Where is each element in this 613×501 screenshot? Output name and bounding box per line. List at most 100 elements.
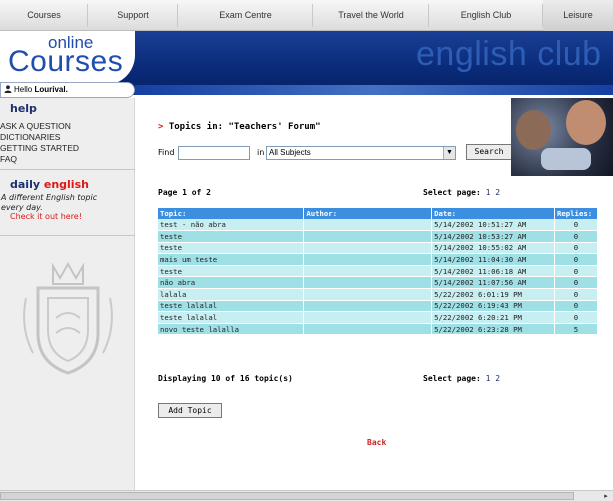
sidebar-item-ask-a-question[interactable]: ASK A QUESTION: [0, 121, 79, 132]
topic-cell[interactable]: teste lalalal: [158, 311, 305, 324]
replies-cell: 0: [554, 230, 599, 243]
topic-cell[interactable]: mais um teste: [158, 253, 305, 266]
topic-cell[interactable]: novo teste lalalla: [158, 323, 305, 336]
column-header-author[interactable]: Author:: [303, 208, 433, 219]
find-label: Find: [158, 148, 175, 157]
replies-cell: 5: [554, 323, 599, 336]
daily-title-word: daily: [10, 178, 41, 191]
page-indicator: Page 1 of 2: [158, 188, 211, 197]
tab-courses[interactable]: Courses: [0, 0, 88, 31]
subject-select-value: All Subjects: [269, 148, 311, 157]
scrollbar-thumb[interactable]: [0, 492, 574, 500]
select-page-label: Select page:: [423, 188, 481, 197]
logo[interactable]: online Courses: [0, 31, 135, 85]
topic-cell[interactable]: teste lalalal: [158, 300, 305, 313]
column-header-topic[interactable]: Topic:: [158, 208, 305, 219]
tab-leisure[interactable]: Leisure: [543, 0, 613, 31]
photo-person: [516, 110, 551, 150]
date-cell: 5/22/2002 6:23:28 PM: [431, 323, 555, 336]
photo-laptop: [541, 148, 591, 170]
daily-text-line-1: A different English topic: [1, 193, 98, 202]
user-icon: [4, 85, 12, 93]
topics-table: Topic: Author: Date: Replies: test - não…: [158, 208, 599, 336]
topic-cell[interactable]: teste: [158, 242, 305, 255]
pagination-top: Select page: 1 2: [423, 188, 500, 197]
date-cell: 5/14/2002 10:55:02 AM: [431, 242, 555, 255]
sidebar-divider: [0, 235, 135, 236]
title-arrow-icon: >: [158, 122, 164, 132]
date-cell: 5/14/2002 10:53:27 AM: [431, 230, 555, 243]
title-text: Topics in: "Teachers' Forum": [168, 122, 321, 132]
author-cell: [303, 288, 433, 301]
replies-cell: 0: [554, 219, 599, 232]
table-row: lalala 5/22/2002 6:01:19 PM 0: [158, 288, 599, 301]
sidebar-item-faq[interactable]: FAQ: [0, 154, 79, 165]
date-cell: 5/14/2002 10:51:27 AM: [431, 219, 555, 232]
column-header-date[interactable]: Date:: [431, 208, 555, 219]
hello-bar: Hello Lourival.: [0, 82, 135, 98]
tab-travel-the-world[interactable]: Travel the World: [313, 0, 429, 31]
date-cell: 5/22/2002 6:20:21 PM: [431, 311, 555, 324]
topic-cell[interactable]: não abra: [158, 276, 305, 290]
pagination-bottom: Select page: 1 2: [423, 374, 500, 383]
author-cell: [303, 323, 433, 336]
topic-cell[interactable]: test - não abra: [158, 219, 305, 232]
sidebar-divider: [0, 169, 135, 170]
replies-cell: 0: [554, 311, 599, 324]
arrow-right-icon[interactable]: ▸: [600, 491, 612, 501]
photo-person: [566, 100, 606, 145]
subject-select[interactable]: All Subjects ▼: [266, 146, 456, 160]
tab-english-club[interactable]: English Club: [429, 0, 543, 31]
replies-cell: 0: [554, 265, 599, 278]
date-cell: 5/14/2002 11:07:56 AM: [431, 276, 555, 290]
page-link-2[interactable]: 2: [495, 374, 500, 383]
topic-cell[interactable]: teste: [158, 230, 305, 243]
author-cell: [303, 219, 433, 232]
date-cell: 5/14/2002 11:06:18 AM: [431, 265, 555, 278]
search-button[interactable]: Search: [466, 144, 512, 160]
daily-english-link[interactable]: Check it out here!: [10, 212, 82, 221]
replies-cell: 0: [554, 288, 599, 301]
search-input[interactable]: [178, 146, 250, 160]
table-row: novo teste lalalla 5/22/2002 6:23:28 PM 5: [158, 323, 599, 336]
page-link-1[interactable]: 1: [486, 188, 491, 197]
column-header-replies[interactable]: Replies:: [554, 208, 599, 219]
chevron-down-icon[interactable]: ▼: [443, 147, 455, 159]
table-row: teste 5/14/2002 11:06:18 AM 0: [158, 265, 599, 278]
table-row: mais um teste 5/14/2002 11:04:30 AM 0: [158, 253, 599, 266]
page-title: > Topics in: "Teachers' Forum": [158, 122, 321, 132]
sidebar-item-getting-started[interactable]: GETTING STARTED: [0, 143, 79, 154]
daily-english-title: daily english: [0, 178, 89, 191]
sidebar: help ASK A QUESTION DICTIONARIES GETTING…: [0, 98, 135, 490]
scrollbar-divider: [588, 491, 600, 501]
page-link-2[interactable]: 2: [495, 188, 500, 197]
tab-support[interactable]: Support: [88, 0, 178, 31]
daily-text-line-2: every day.: [1, 202, 43, 212]
replies-cell: 0: [554, 300, 599, 313]
table-row: não abra 5/14/2002 11:07:56 AM 0: [158, 276, 599, 290]
author-cell: [303, 253, 433, 266]
daily-english-text: A different English topic every day.: [0, 193, 97, 212]
date-cell: 5/14/2002 11:04:30 AM: [431, 253, 555, 266]
topic-cell[interactable]: lalala: [158, 288, 305, 301]
main-content: > Topics in: "Teachers' Forum" Find in A…: [136, 98, 613, 490]
header-photo: [511, 98, 613, 176]
author-cell: [303, 242, 433, 255]
tab-exam-centre[interactable]: Exam Centre: [178, 0, 313, 31]
topic-cell[interactable]: teste: [158, 265, 305, 278]
english-title-word: english: [43, 178, 89, 191]
add-topic-button[interactable]: Add Topic: [158, 403, 222, 418]
hello-prefix: Hello: [14, 85, 33, 94]
help-title: help: [10, 102, 37, 115]
table-row: teste lalalal 5/22/2002 6:20:21 PM 0: [158, 311, 599, 324]
horizontal-scrollbar[interactable]: ▸: [0, 490, 613, 501]
author-cell: [303, 276, 433, 290]
sidebar-item-dictionaries[interactable]: DICTIONARIES: [0, 132, 79, 143]
page-link-1[interactable]: 1: [486, 374, 491, 383]
table-row: test - não abra 5/14/2002 10:51:27 AM 0: [158, 219, 599, 232]
brand-title: english club: [416, 35, 602, 73]
back-link[interactable]: Back: [367, 438, 386, 447]
author-cell: [303, 300, 433, 313]
table-row: teste 5/14/2002 10:53:27 AM 0: [158, 230, 599, 243]
author-cell: [303, 311, 433, 324]
